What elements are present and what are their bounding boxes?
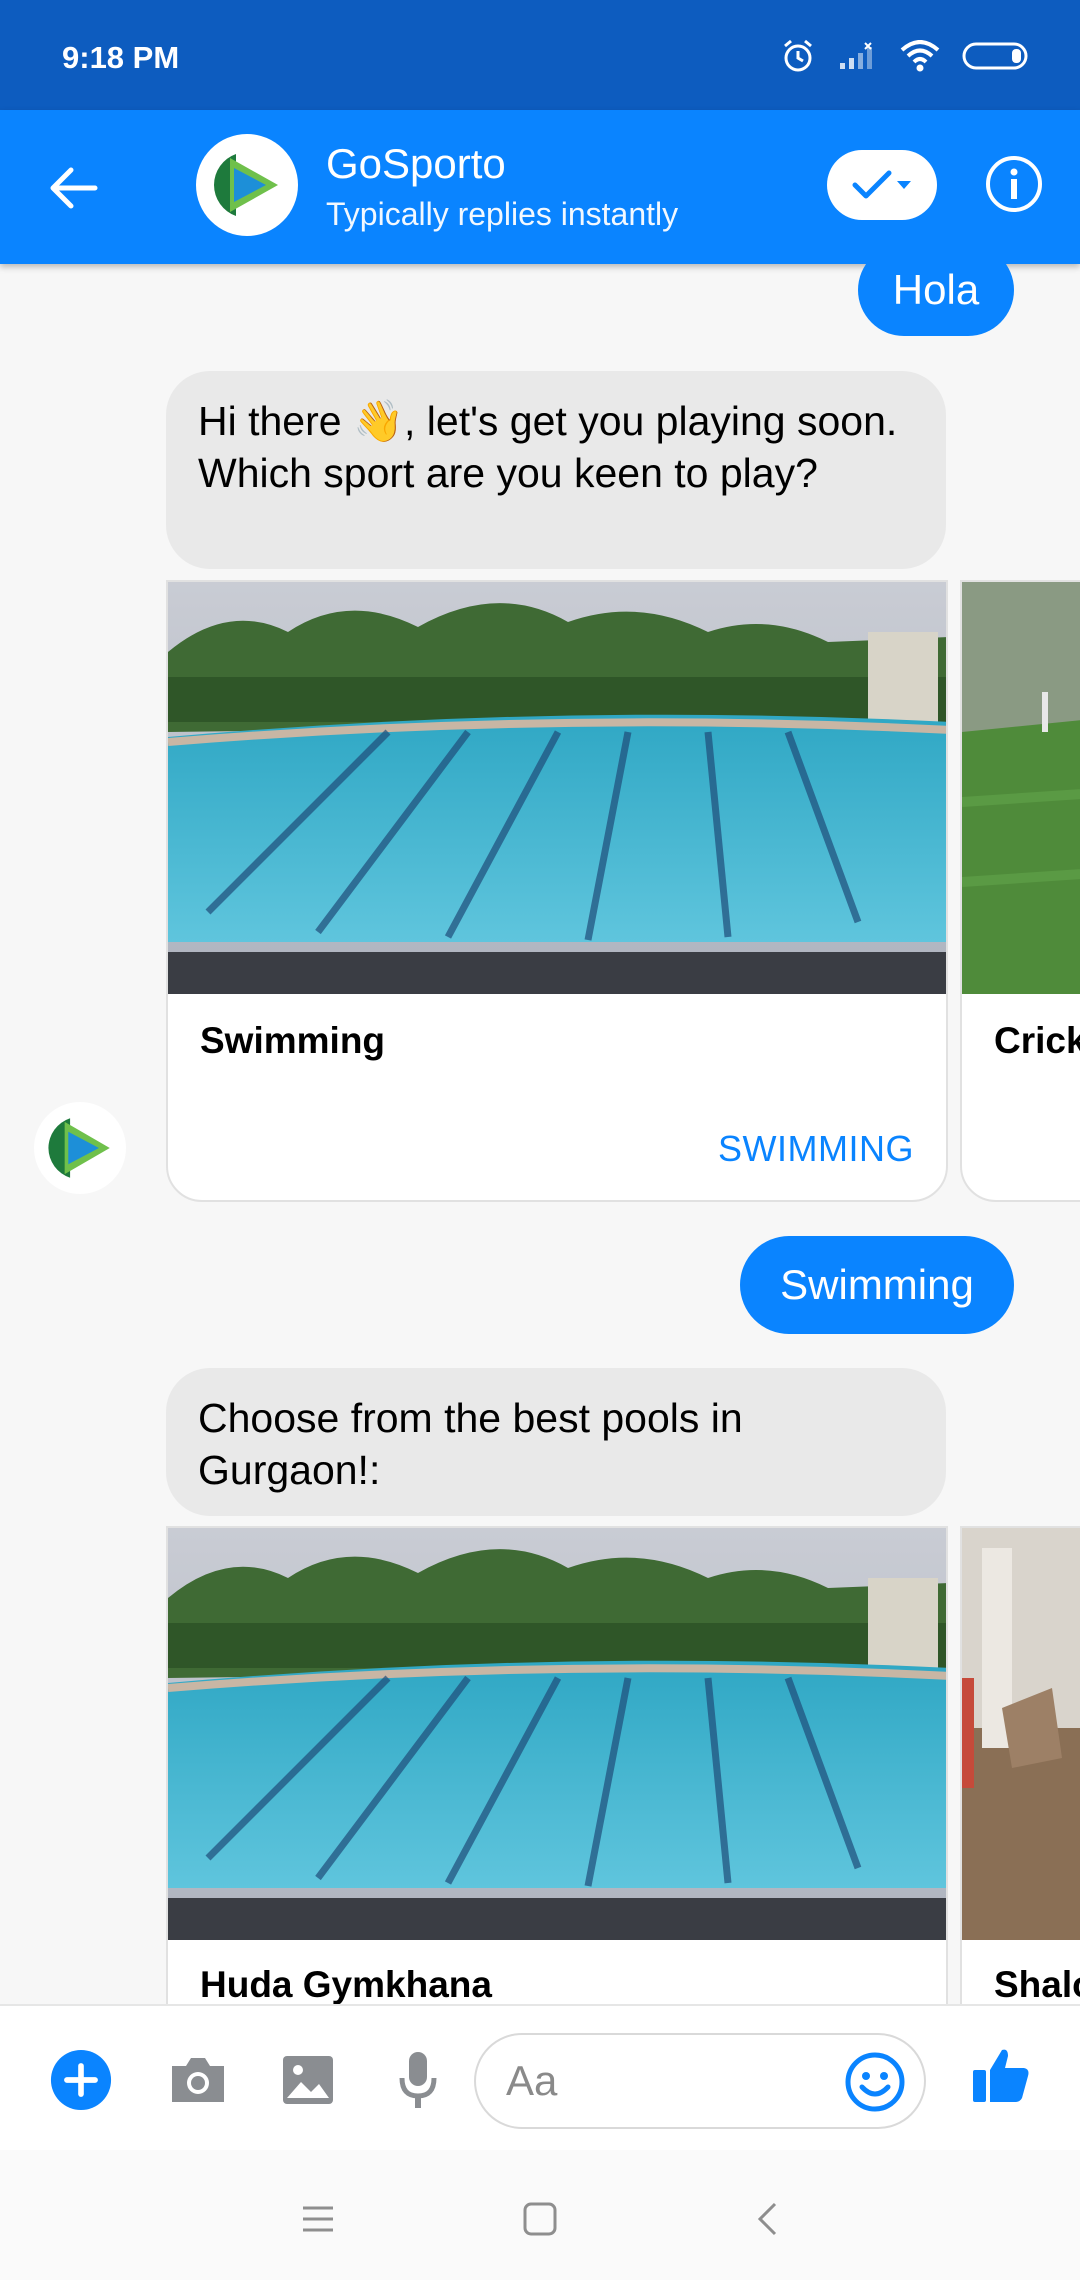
gosporto-logo-icon (42, 1110, 118, 1186)
gallery-button[interactable] (277, 2049, 339, 2111)
status-icons (780, 38, 1030, 74)
wifi-icon (900, 40, 940, 72)
cricket-ground-image (962, 582, 1080, 994)
home-square-icon (523, 2202, 557, 2236)
back-arrow-icon (50, 167, 98, 209)
swimming-pool-image (168, 1528, 946, 1940)
bot-message[interactable]: Choose from the best pools in Gurgaon!: (166, 1368, 946, 1516)
card-title: Shalo (994, 1964, 1080, 2004)
gosporto-logo-icon (207, 145, 287, 225)
signal-icon (840, 42, 872, 69)
system-nav-bar (0, 2150, 1080, 2280)
status-time: 9:18 PM (62, 40, 180, 75)
conversation-header: GoSporto Typically replies instantly (0, 110, 1080, 264)
page-subtitle: Typically replies instantly (326, 196, 679, 232)
user-message-text: Swimming (780, 1261, 974, 1308)
alarm-icon (784, 39, 812, 72)
bot-avatar[interactable] (34, 1102, 126, 1194)
emoji-icon[interactable] (844, 2051, 906, 2113)
menu-icon (303, 2206, 333, 2232)
carousel-card-cricket[interactable]: Crick (960, 580, 1080, 1202)
image-icon (283, 2056, 333, 2104)
recents-button[interactable] (293, 2194, 343, 2244)
home-button[interactable] (515, 2194, 565, 2244)
info-button[interactable] (984, 154, 1044, 214)
card-title: Swimming (200, 1020, 386, 1061)
card-action-button[interactable]: SWIMMING (718, 1128, 914, 1170)
microphone-icon (399, 2052, 437, 2108)
message-thread[interactable]: Hola Hi there 👋, let's get you playing s… (0, 264, 1080, 2004)
voice-button[interactable] (387, 2049, 449, 2111)
user-message[interactable]: Hola (858, 264, 1014, 336)
user-message-text: Hola (892, 266, 980, 313)
dropdown-caret-icon (897, 181, 911, 189)
bot-message-text: Hi there 👋, let's get you playing soon. … (198, 398, 898, 496)
message-input-container[interactable] (474, 2033, 926, 2129)
message-composer (0, 2004, 1080, 2150)
thumbs-up-icon (973, 2049, 1029, 2102)
back-chevron-icon (757, 2202, 777, 2236)
carousel-card-huda-gymkhana[interactable]: Huda Gymkhana (166, 1526, 948, 2004)
like-button[interactable] (970, 2044, 1032, 2106)
camera-button[interactable] (167, 2049, 229, 2111)
info-icon (986, 156, 1042, 212)
camera-icon (172, 2058, 224, 2102)
bot-message[interactable]: Hi there 👋, let's get you playing soon. … (166, 371, 946, 569)
bot-message-text: Choose from the best pools in Gurgaon!: (198, 1395, 743, 1493)
back-nav-button[interactable] (742, 2194, 792, 2244)
battery-icon (962, 42, 1028, 70)
plus-circle-icon (50, 2049, 112, 2111)
status-bar: 9:18 PM (0, 0, 1080, 110)
message-input[interactable] (506, 2053, 806, 2109)
more-actions-button[interactable] (50, 2049, 112, 2111)
subscribe-button[interactable] (827, 150, 937, 220)
card-title: Huda Gymkhana (200, 1964, 492, 2004)
back-button[interactable] (44, 158, 104, 218)
page-title: GoSporto (326, 140, 506, 187)
indoor-pool-image (962, 1528, 1080, 1940)
checkmark-icon (852, 170, 892, 199)
carousel-card-swimming[interactable]: Swimming SWIMMING (166, 580, 948, 1202)
carousel-card-second-pool[interactable]: Shalo (960, 1526, 1080, 2004)
swimming-pool-image (168, 582, 946, 994)
card-title: Crick (994, 1020, 1080, 1061)
user-message[interactable]: Swimming (740, 1236, 1014, 1334)
page-avatar[interactable] (196, 134, 298, 236)
